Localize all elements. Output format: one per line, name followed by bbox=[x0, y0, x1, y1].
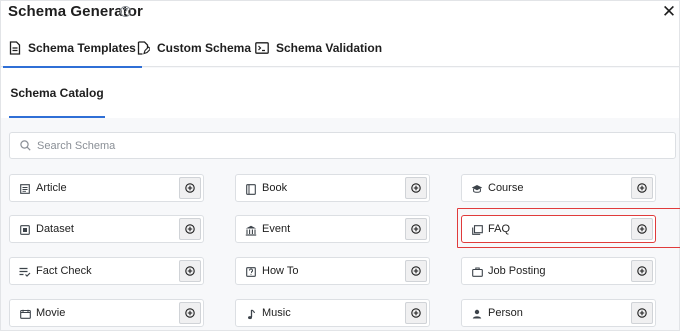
tab-label: Schema Templates bbox=[28, 41, 136, 55]
schema-label: How To bbox=[262, 265, 299, 277]
schema-label: FAQ bbox=[488, 223, 511, 235]
event-icon bbox=[245, 224, 257, 236]
faq-icon bbox=[471, 224, 483, 236]
book-icon bbox=[245, 183, 257, 195]
schema-card-how-to[interactable]: How To bbox=[235, 257, 430, 285]
question-circle-icon[interactable]: ? bbox=[120, 6, 131, 17]
schema-card-course[interactable]: Course bbox=[461, 174, 656, 202]
schema-generator-modal: Schema Generator ? ✕ Schema Templates Cu… bbox=[0, 0, 680, 331]
add-schema-button[interactable] bbox=[405, 218, 427, 240]
schema-label: Event bbox=[262, 223, 291, 235]
sub-tab-bar: Schema Catalog bbox=[1, 68, 679, 118]
schema-card-event[interactable]: Event bbox=[235, 215, 430, 243]
schema-label: Dataset bbox=[36, 223, 74, 235]
music-note-icon bbox=[245, 308, 257, 320]
plus-circle-icon bbox=[185, 308, 195, 318]
schema-label: Article bbox=[36, 182, 67, 194]
schema-card-job-posting[interactable]: Job Posting bbox=[461, 257, 656, 285]
add-schema-button[interactable] bbox=[405, 177, 427, 199]
plus-circle-icon bbox=[411, 308, 421, 318]
plus-circle-icon bbox=[185, 183, 195, 193]
add-schema-button[interactable] bbox=[631, 302, 653, 324]
search-input[interactable] bbox=[37, 139, 637, 152]
add-schema-button[interactable] bbox=[405, 260, 427, 282]
plus-circle-icon bbox=[637, 266, 647, 276]
modal-header: Schema Generator ? ✕ bbox=[1, 1, 679, 29]
tab-schema-templates[interactable]: Schema Templates bbox=[3, 29, 142, 68]
fact-check-icon bbox=[19, 266, 31, 278]
schema-card-book[interactable]: Book bbox=[235, 174, 430, 202]
person-icon bbox=[471, 308, 483, 320]
tab-label: Schema Validation bbox=[276, 41, 383, 55]
tab-bar: Schema Templates Custom Schema Schema Va… bbox=[1, 29, 679, 68]
edit-document-icon bbox=[137, 41, 150, 55]
schema-card-music[interactable]: Music bbox=[235, 299, 430, 327]
search-icon bbox=[20, 140, 31, 151]
tab-schema-catalog[interactable]: Schema Catalog bbox=[9, 68, 105, 118]
schema-card-fact-check[interactable]: Fact Check bbox=[9, 257, 204, 285]
schema-label: Movie bbox=[36, 307, 66, 319]
search-box bbox=[9, 132, 676, 159]
schema-label: Course bbox=[488, 182, 524, 194]
add-schema-button[interactable] bbox=[179, 302, 201, 324]
plus-circle-icon bbox=[637, 308, 647, 318]
graduation-cap-icon bbox=[471, 183, 483, 195]
add-schema-button[interactable] bbox=[631, 218, 653, 240]
plus-circle-icon bbox=[637, 183, 647, 193]
schema-card-faq[interactable]: FAQ bbox=[461, 215, 656, 243]
movie-icon bbox=[19, 308, 31, 320]
article-icon bbox=[19, 183, 31, 195]
schema-label: Book bbox=[262, 182, 288, 194]
tab-label: Custom Schema bbox=[157, 41, 252, 55]
plus-circle-icon bbox=[637, 224, 647, 234]
schema-label: Person bbox=[488, 307, 523, 319]
add-schema-button[interactable] bbox=[631, 260, 653, 282]
schema-label: Music bbox=[262, 307, 291, 319]
plus-circle-icon bbox=[185, 266, 195, 276]
plus-circle-icon bbox=[411, 266, 421, 276]
add-schema-button[interactable] bbox=[179, 218, 201, 240]
schema-card-person[interactable]: Person bbox=[461, 299, 656, 327]
dataset-icon bbox=[19, 224, 31, 236]
schema-card-movie[interactable]: Movie bbox=[9, 299, 204, 327]
plus-circle-icon bbox=[185, 224, 195, 234]
document-icon bbox=[9, 41, 21, 55]
add-schema-button[interactable] bbox=[631, 177, 653, 199]
schema-label: Job Posting bbox=[488, 265, 546, 277]
close-icon[interactable]: ✕ bbox=[661, 3, 677, 21]
plus-circle-icon bbox=[411, 183, 421, 193]
briefcase-icon bbox=[471, 266, 483, 278]
add-schema-button[interactable] bbox=[179, 260, 201, 282]
howto-icon bbox=[245, 266, 257, 278]
schema-card-dataset[interactable]: Dataset bbox=[9, 215, 204, 243]
tab-schema-validation[interactable]: Schema Validation bbox=[249, 29, 388, 67]
add-schema-button[interactable] bbox=[405, 302, 427, 324]
add-schema-button[interactable] bbox=[179, 177, 201, 199]
plus-circle-icon bbox=[411, 224, 421, 234]
terminal-icon bbox=[255, 42, 269, 54]
schema-card-article[interactable]: Article bbox=[9, 174, 204, 202]
tab-custom-schema[interactable]: Custom Schema bbox=[131, 29, 257, 67]
schema-label: Fact Check bbox=[36, 265, 92, 277]
